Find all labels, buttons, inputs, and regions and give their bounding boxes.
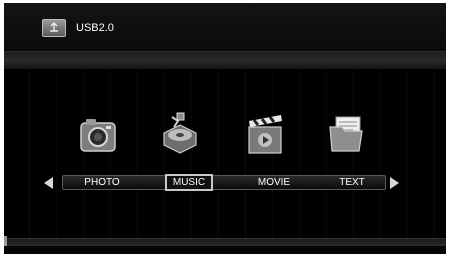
media-browser-screen: USB2.0 PHOTO MUSIC MOVIE TEXT bbox=[4, 3, 446, 254]
bottom-edge bbox=[4, 246, 446, 254]
camera-icon[interactable] bbox=[78, 111, 118, 157]
folder-documents-icon[interactable] bbox=[326, 111, 366, 157]
scroll-track bbox=[4, 238, 446, 246]
menu-item-text[interactable]: TEXT bbox=[321, 176, 383, 189]
menu-item-photo[interactable]: PHOTO bbox=[71, 176, 133, 189]
device-label[interactable]: USB2.0 bbox=[76, 22, 114, 34]
music-player-icon[interactable] bbox=[160, 111, 200, 157]
clapperboard-icon[interactable] bbox=[245, 111, 285, 157]
media-type-menu: PHOTO MUSIC MOVIE TEXT bbox=[62, 174, 386, 191]
menu-item-movie[interactable]: MOVIE bbox=[243, 176, 305, 189]
arrow-right-icon[interactable] bbox=[390, 177, 399, 189]
header-divider-bar bbox=[4, 51, 446, 69]
menu-item-music[interactable]: MUSIC bbox=[165, 174, 213, 191]
usb-drive-icon[interactable] bbox=[42, 19, 66, 37]
arrow-left-icon[interactable] bbox=[44, 177, 53, 189]
scroll-handle[interactable] bbox=[4, 236, 7, 246]
header: USB2.0 bbox=[4, 3, 446, 51]
